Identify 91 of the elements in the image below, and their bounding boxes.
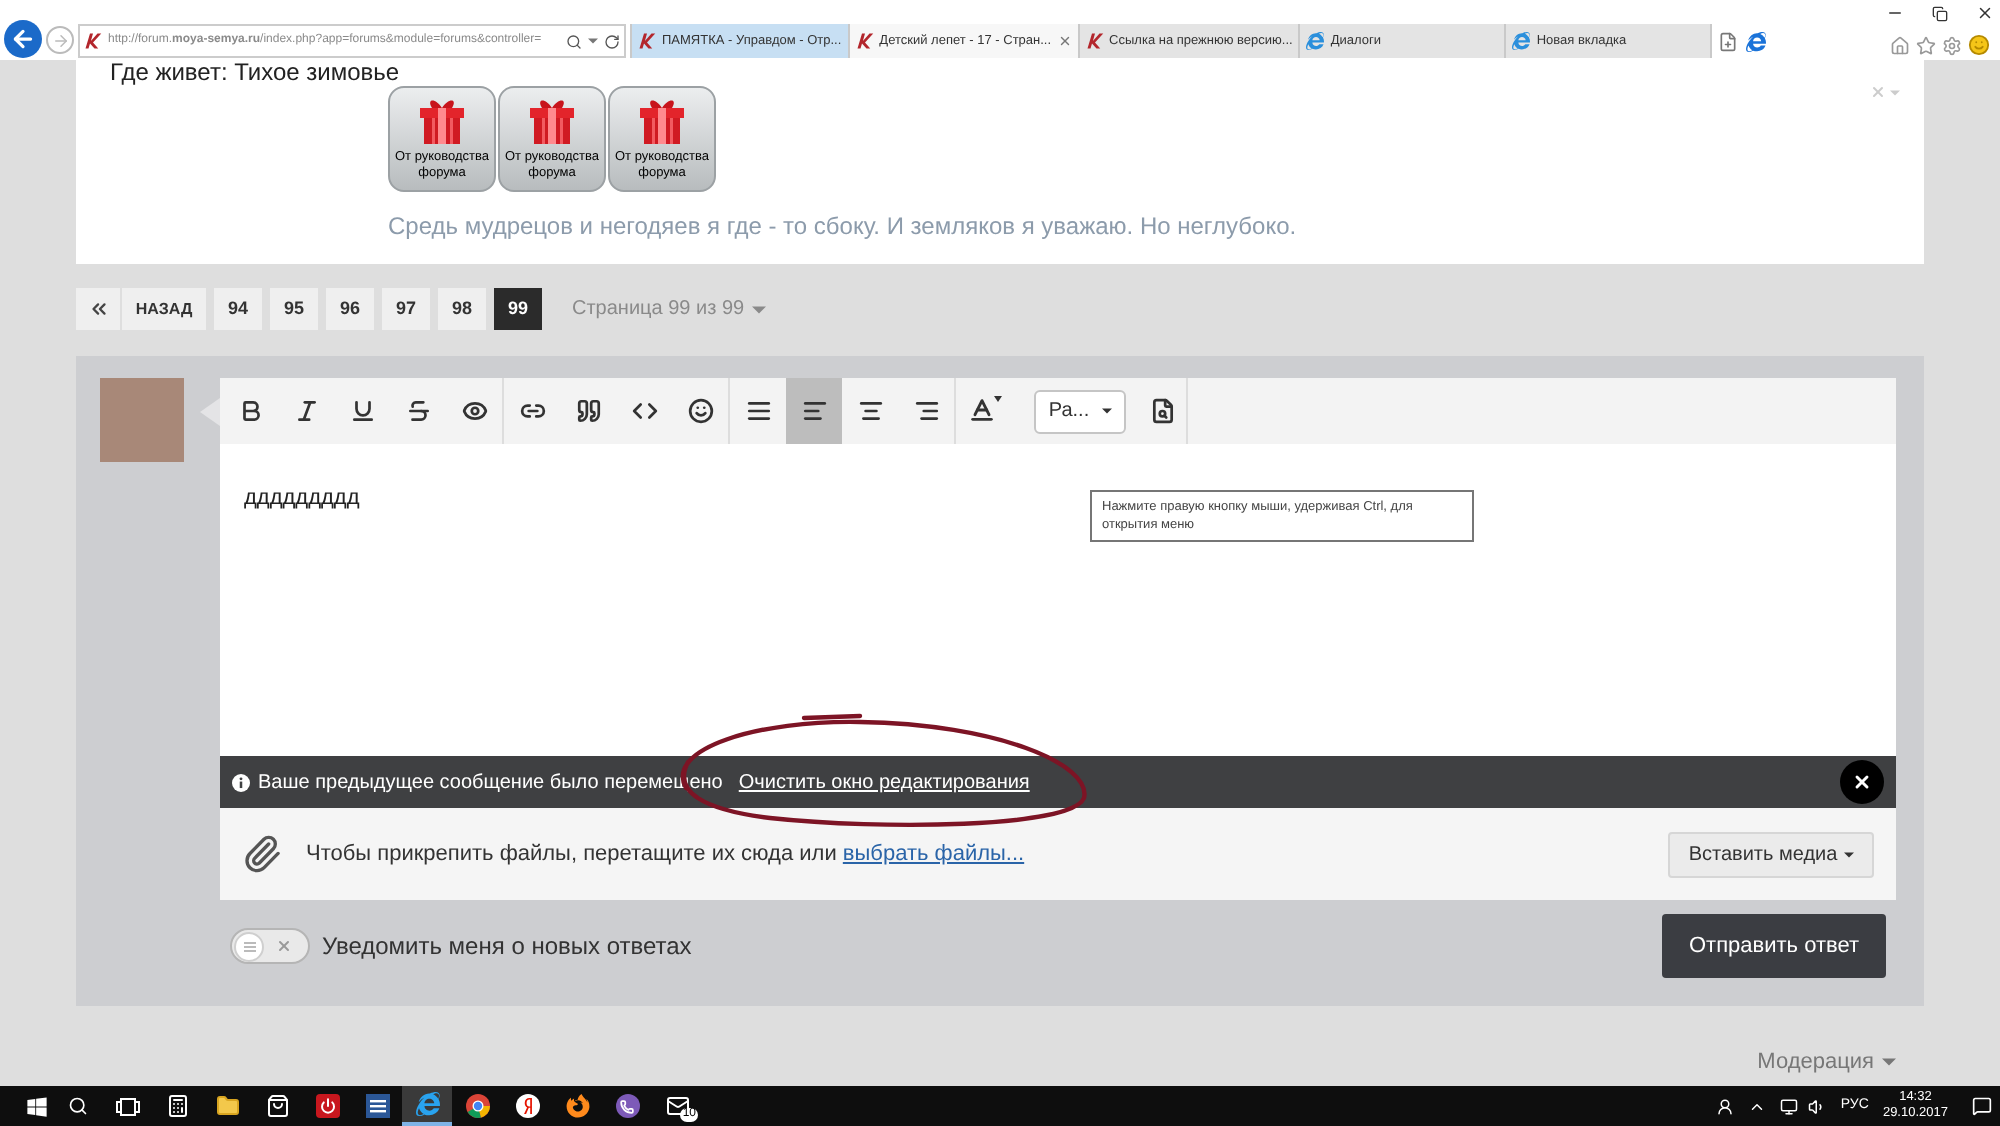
phone-bubble-icon <box>615 1094 639 1118</box>
caret-icon <box>1882 1057 1896 1066</box>
bold-icon <box>237 398 263 424</box>
paperclip-icon <box>242 834 282 874</box>
circle-logo-icon <box>465 1094 489 1118</box>
restore-icon[interactable] <box>1932 5 1948 21</box>
link-icon <box>519 398 545 424</box>
caret-icon <box>1101 408 1112 414</box>
shopping-bag-icon <box>265 1094 289 1118</box>
signature-text: Средь мудрецов и негодяев я где - то сбоку. И земляков я уважаю. Но неглубоко. <box>388 212 1299 240</box>
location-text: Где живет: Тихое зимовье <box>108 60 402 86</box>
notice-message: Ваше предыдущее сообщение было перемещено <box>258 769 723 797</box>
back-button[interactable] <box>4 20 42 58</box>
e-logo-icon[interactable] <box>1746 32 1767 52</box>
toggle-knob-icon <box>234 931 264 961</box>
eye-icon <box>461 398 487 424</box>
site-logo-icon <box>855 32 874 50</box>
caret-icon <box>1890 89 1900 95</box>
align-left-icon <box>801 398 827 424</box>
caret-icon <box>588 38 598 44</box>
search-icon[interactable] <box>566 33 582 49</box>
page-button[interactable]: 98 <box>438 288 486 330</box>
pointer-icon <box>200 398 220 426</box>
y-logo-icon <box>515 1094 539 1118</box>
first-page-button[interactable] <box>76 288 120 330</box>
editor-text: ддддддддд <box>244 486 360 510</box>
page-button[interactable]: 95 <box>270 288 318 330</box>
close-icon <box>1852 772 1872 792</box>
smiley-icon[interactable] <box>1968 34 1990 56</box>
fox-logo-icon <box>565 1094 589 1118</box>
strikethrough-icon <box>405 398 431 424</box>
smiley-icon <box>687 398 713 424</box>
close-icon <box>1870 84 1886 100</box>
four-panes-icon <box>25 1095 47 1117</box>
site-logo-icon <box>638 32 656 50</box>
e-logo-icon <box>415 1092 439 1116</box>
page-button[interactable]: 99 <box>494 288 542 330</box>
refresh-icon[interactable] <box>604 33 620 49</box>
insert-media-button[interactable]: Вставить медиа <box>1668 831 1874 877</box>
e-logo-icon <box>1306 32 1325 50</box>
align-right-icon <box>913 398 939 424</box>
double-chevron-left-icon <box>87 298 109 320</box>
choose-files-link[interactable]: выбрать файлы... <box>842 841 1025 866</box>
site-logo-icon <box>1085 32 1104 50</box>
caret-icon <box>1843 851 1854 857</box>
monitor-icon[interactable] <box>1780 1097 1799 1115</box>
arrow-left-icon <box>10 26 36 52</box>
avatar-placeholder <box>100 378 184 462</box>
folder-icon <box>215 1094 239 1118</box>
calculator-icon <box>165 1094 189 1118</box>
cross-icon <box>276 938 292 954</box>
arrow-right-icon <box>51 31 69 49</box>
caret-icon <box>752 305 767 313</box>
text-color-icon <box>967 396 1001 426</box>
speech-bubble-icon[interactable] <box>1972 1096 1992 1116</box>
e-logo-icon <box>1512 32 1531 50</box>
notify-label: Уведомить меня о новых ответах <box>322 930 692 964</box>
document-icon <box>365 1094 389 1118</box>
quote-icon <box>575 398 601 424</box>
close-button[interactable] <box>1840 760 1884 804</box>
attach-hint: Чтобы прикрепить файлы, перетащите их сюда или выбрать файлы... <box>306 839 1025 870</box>
speaker-icon[interactable] <box>1808 1097 1827 1115</box>
task-view-icon <box>115 1097 139 1115</box>
power-icon <box>315 1094 339 1118</box>
site-logo-icon <box>84 32 102 50</box>
person-icon[interactable] <box>1716 1097 1735 1115</box>
page-button[interactable]: 97 <box>382 288 430 330</box>
search-icon <box>67 1096 87 1116</box>
clear-editor-link[interactable]: Очистить окно редактирования <box>738 767 1030 797</box>
underline-icon <box>349 398 375 424</box>
italic-icon <box>293 398 319 424</box>
gift-icon <box>636 98 688 146</box>
close-icon[interactable] <box>1976 4 1994 22</box>
page-button[interactable]: 94 <box>214 288 262 330</box>
preview-icon <box>1149 398 1175 424</box>
home-icon[interactable] <box>1890 35 1910 55</box>
back-page-button[interactable]: НАЗАД <box>122 288 206 330</box>
settings-icon[interactable] <box>1942 35 1962 55</box>
notify-toggle[interactable] <box>230 928 310 964</box>
submit-button[interactable]: Отправить ответ <box>1662 914 1886 978</box>
gift-icon <box>526 98 578 146</box>
info-icon <box>232 773 250 791</box>
code-icon <box>631 398 657 424</box>
gift-icon <box>416 98 468 146</box>
page-button[interactable]: 96 <box>326 288 374 330</box>
new-tab-icon[interactable] <box>1718 32 1739 52</box>
font-dropdown[interactable]: Ра... <box>1034 389 1126 433</box>
align-center-icon <box>857 398 883 424</box>
align-justify-icon <box>745 398 771 424</box>
star-icon[interactable] <box>1916 35 1936 55</box>
align-left-button[interactable] <box>786 378 842 444</box>
